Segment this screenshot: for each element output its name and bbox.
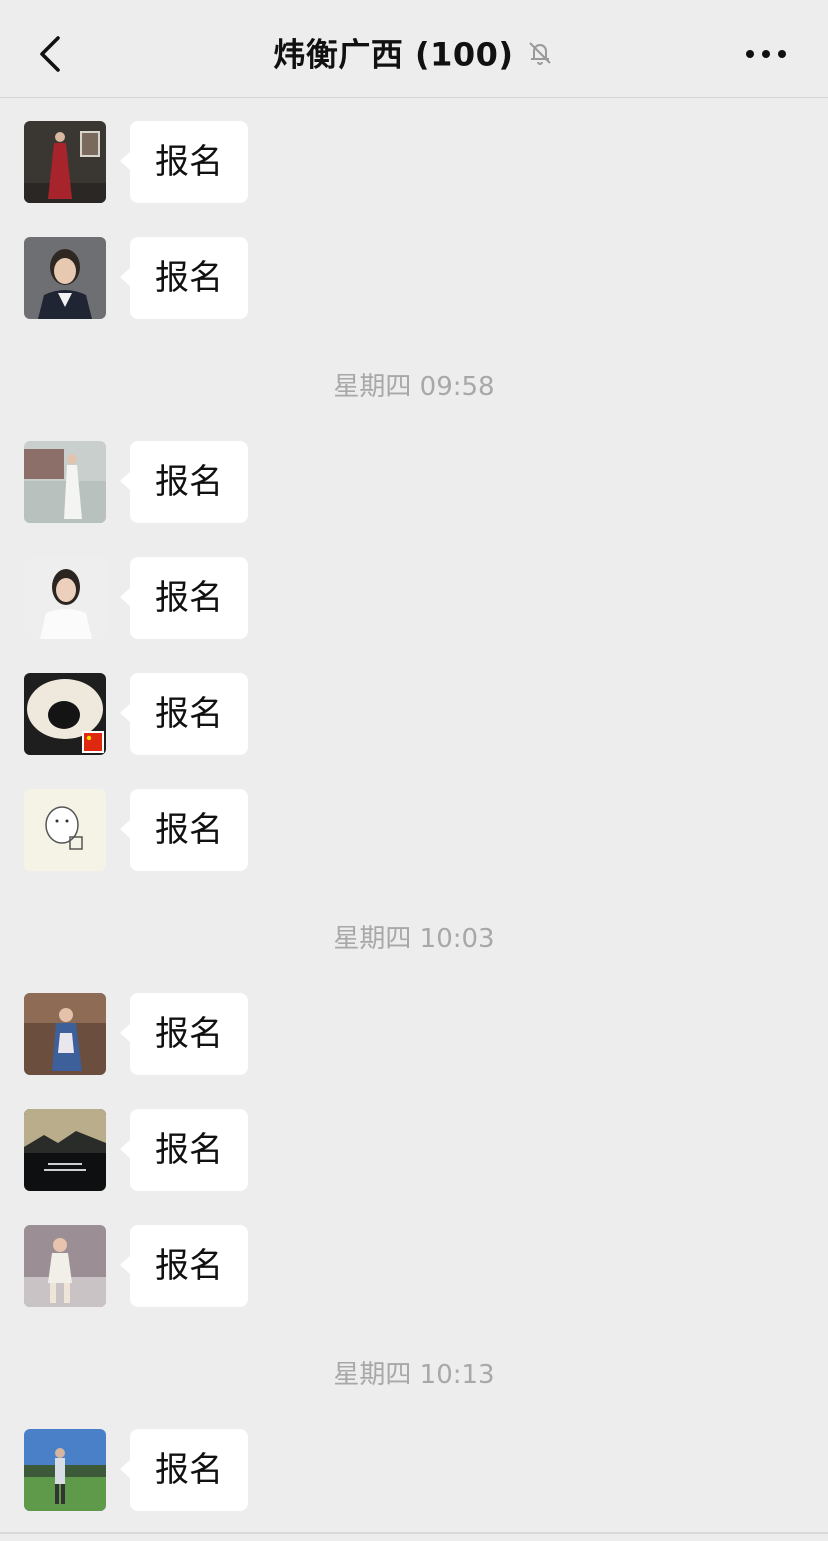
message-bubble[interactable]: 报名 bbox=[120, 789, 248, 871]
message-bubble[interactable]: 报名 bbox=[120, 557, 248, 639]
message-bubble[interactable]: 报名 bbox=[120, 441, 248, 523]
avatar-sunset-landscape[interactable] bbox=[24, 1109, 106, 1191]
avatar-child-dancing[interactable] bbox=[24, 1225, 106, 1307]
timestamp: 星期四 09:58 bbox=[333, 372, 495, 402]
message-list[interactable]: 报名 报名 星期四 09:58 报名 报名 报名 报名 星期四 10:03 报名… bbox=[0, 98, 828, 1541]
avatar-woman-seated[interactable] bbox=[24, 993, 106, 1075]
avatar-man-golf-course[interactable] bbox=[24, 1429, 106, 1511]
message-bubble[interactable]: 报名 bbox=[120, 993, 248, 1075]
message-bubble[interactable]: 报名 bbox=[120, 237, 248, 319]
avatar-cartoon-figure[interactable] bbox=[24, 789, 106, 871]
message-bubble[interactable]: 报名 bbox=[120, 1429, 248, 1511]
more-options-button[interactable] bbox=[744, 38, 788, 70]
timestamp: 星期四 10:03 bbox=[333, 924, 495, 954]
avatar-woman-suit[interactable] bbox=[24, 237, 106, 319]
bottom-divider bbox=[0, 1532, 828, 1534]
avatar-woman-red-dress[interactable] bbox=[24, 121, 106, 203]
avatar-woman-white-shirt[interactable] bbox=[24, 557, 106, 639]
chat-header: 炜衡广西 (100) bbox=[0, 0, 828, 98]
timestamp: 星期四 10:13 bbox=[333, 1360, 495, 1390]
message-bubble[interactable]: 报名 bbox=[120, 673, 248, 755]
chat-title: 炜衡广西 (100) bbox=[273, 35, 514, 74]
message-bubble[interactable]: 报名 bbox=[120, 1225, 248, 1307]
bell-off-icon bbox=[525, 38, 555, 68]
title-area: 炜衡广西 (100) bbox=[0, 30, 828, 78]
avatar-dog-closeup[interactable] bbox=[24, 673, 106, 755]
avatar-woman-white-dress-street[interactable] bbox=[24, 441, 106, 523]
message-bubble[interactable]: 报名 bbox=[120, 1109, 248, 1191]
message-bubble[interactable]: 报名 bbox=[120, 121, 248, 203]
ellipsis-icon bbox=[746, 50, 786, 58]
